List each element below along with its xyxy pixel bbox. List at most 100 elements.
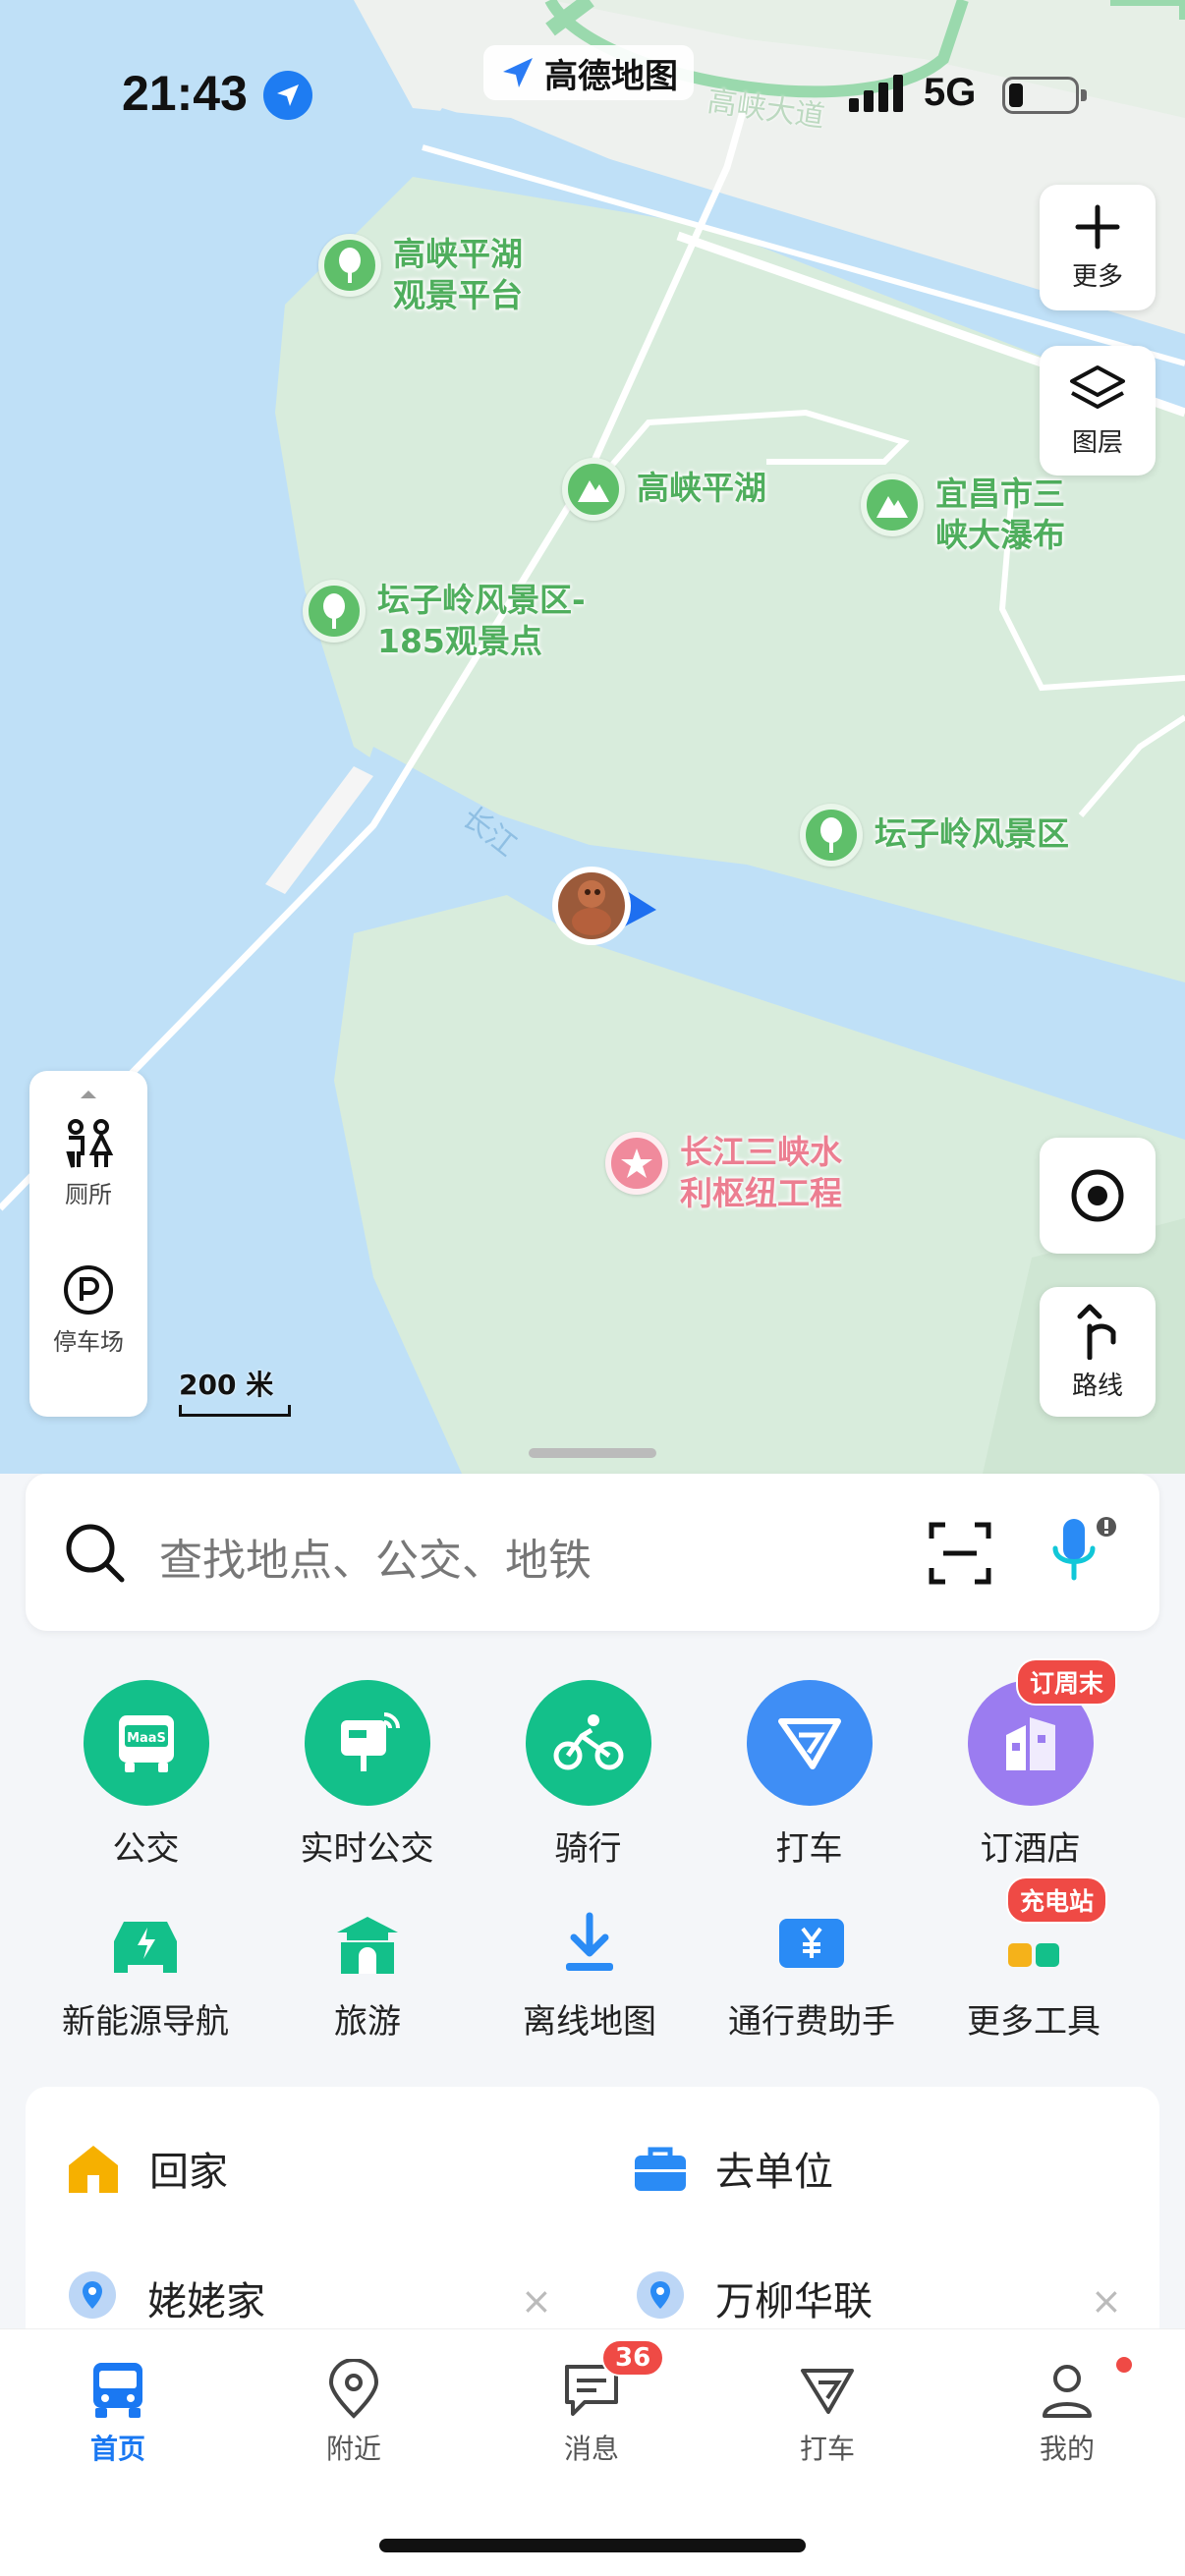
briefcase-icon: [635, 2147, 686, 2191]
layers-label: 图层: [1071, 427, 1123, 458]
map-view[interactable]: 高峡大道 长江 高峡平湖 观景平台 高峡平湖 宜昌市三 峡大瀑布 坛子岭风景区-…: [0, 0, 1185, 1474]
tab-messages[interactable]: 消息 36: [493, 2339, 690, 2467]
poi-label: 坛子岭风景区: [875, 814, 1069, 853]
cycling-label: 骑行: [554, 1829, 622, 1869]
bicycle-icon: [525, 1680, 651, 1806]
parking-button[interactable]: 停车场: [29, 1263, 147, 1357]
saved-place-item[interactable]: 万柳华联: [633, 2269, 873, 2326]
saved-place-label: 万柳华联: [715, 2279, 873, 2324]
offline-map-button[interactable]: 离线地图: [472, 1906, 707, 2043]
close-icon[interactable]: ×: [521, 2279, 552, 2323]
download-icon: [560, 1906, 619, 1981]
more-tools-label: 更多工具: [967, 2002, 1100, 2042]
more-label: 更多: [1071, 261, 1123, 292]
bus-label: 公交: [112, 1829, 180, 1869]
sheet-drag-handle[interactable]: [529, 1448, 656, 1458]
message-count-badge: 36: [601, 2339, 665, 2377]
scale-label: 200 米: [179, 1369, 274, 1401]
network-type: 5G: [924, 71, 977, 114]
travel-button[interactable]: 旅游: [250, 1906, 485, 2043]
app-return-badge[interactable]: 高德地图: [483, 45, 694, 100]
ev-navigation-label: 新能源导航: [62, 2002, 229, 2042]
tools-row: 新能源导航 旅游 离线地图 通行费助手 更多工具 充电站: [0, 1876, 1185, 2044]
app-badge-label: 高德地图: [544, 56, 678, 96]
offline-map-label: 离线地图: [523, 2002, 656, 2042]
go-home-label: 回家: [149, 2150, 228, 2195]
hotel-button[interactable]: 订酒店 订周末: [920, 1658, 1141, 1870]
svg-text:MaaS: MaaS: [127, 1731, 166, 1746]
home-icon: [69, 2146, 118, 2193]
plus-icon: [1075, 204, 1120, 249]
user-location-marker[interactable]: [550, 865, 658, 947]
poi-three-gorges-dam[interactable]: 长江三峡水 利枢纽工程: [605, 1132, 842, 1214]
star-icon: [605, 1132, 668, 1195]
close-icon[interactable]: ×: [1091, 2279, 1122, 2323]
facility-panel: 厕所 停车场: [29, 1071, 147, 1417]
weekend-badge: 订周末: [1016, 1658, 1118, 1706]
notification-dot: [1116, 2357, 1132, 2373]
poi-tanziling[interactable]: 坛子岭风景区: [800, 804, 1069, 867]
tab-me[interactable]: 我的: [969, 2357, 1165, 2467]
taxi-icon: [801, 2369, 854, 2414]
poi-gaoxia-viewing-platform[interactable]: 高峡平湖 观景平台: [318, 234, 523, 316]
charging-station-badge: 充电站: [1006, 1876, 1108, 1924]
poi-label: 高峡平湖: [637, 469, 766, 507]
poi-yichang-waterfall[interactable]: 宜昌市三 峡大瀑布: [861, 474, 1065, 556]
mountain-icon: [861, 474, 924, 536]
route-button[interactable]: 路线: [1040, 1287, 1156, 1417]
ev-navigation-button[interactable]: 新能源导航: [28, 1906, 263, 2043]
tab-home-label: 首页: [89, 2433, 145, 2465]
park-icon: [303, 580, 366, 643]
saved-place-item[interactable]: 姥姥家: [65, 2269, 265, 2326]
taxi-button[interactable]: 打车: [699, 1680, 920, 1870]
parking-icon: [64, 1265, 113, 1315]
tab-home[interactable]: 首页: [20, 2359, 216, 2467]
tab-taxi[interactable]: 打车: [729, 2359, 926, 2467]
cycling-button[interactable]: 骑行: [478, 1680, 699, 1870]
poi-gaoxia-pinghu[interactable]: 高峡平湖: [562, 458, 766, 521]
ev-car-icon: [108, 1906, 183, 1981]
map-background: [0, 0, 1185, 1474]
caret-up-icon[interactable]: [79, 1089, 98, 1100]
realtime-bus-label: 实时公交: [300, 1829, 434, 1869]
scan-icon[interactable]: [928, 1521, 992, 1586]
route-label: 路线: [1071, 1371, 1123, 1401]
locate-button[interactable]: [1040, 1138, 1156, 1254]
poi-label: 高峡平湖 观景平台: [393, 235, 523, 314]
realtime-bus-icon: [304, 1680, 430, 1806]
layers-button[interactable]: 图层: [1040, 346, 1156, 476]
tab-messages-label: 消息: [563, 2433, 619, 2465]
toilet-icon: [66, 1119, 114, 1168]
bus-button[interactable]: MaaS 公交: [35, 1680, 256, 1870]
toilet-label: 厕所: [65, 1181, 112, 1208]
quick-actions: MaaS 公交 实时公交 骑行 打车 订酒店 订周末: [0, 1658, 1185, 1876]
go-work-shortcut[interactable]: 去单位: [633, 2140, 833, 2197]
mountain-icon: [562, 458, 625, 521]
bus-maas-icon: MaaS: [83, 1680, 209, 1806]
more-button[interactable]: 更多: [1040, 185, 1156, 310]
parking-label: 停车场: [53, 1328, 124, 1356]
search-icon: [66, 1524, 125, 1583]
more-tools-button[interactable]: 更多工具 充电站: [916, 1876, 1152, 2043]
hotel-label: 订酒店: [980, 1829, 1081, 1869]
tab-taxi-label: 打车: [799, 2433, 855, 2465]
toll-assistant-button[interactable]: 通行费助手: [694, 1906, 930, 2043]
voice-mic-icon[interactable]: [1047, 1513, 1120, 1592]
location-arrow-icon: [263, 71, 312, 120]
park-icon: [318, 234, 381, 297]
search-bar[interactable]: 查找地点、公交、地铁: [26, 1474, 1159, 1631]
location-pin-icon: [637, 2271, 684, 2319]
status-time: 21:43: [122, 66, 248, 121]
realtime-bus-button[interactable]: 实时公交: [256, 1680, 478, 1870]
go-home-shortcut[interactable]: 回家: [65, 2140, 228, 2197]
home-indicator[interactable]: [379, 2539, 806, 2552]
tab-nearby[interactable]: 附近: [255, 2359, 452, 2467]
poi-tanziling-185[interactable]: 坛子岭风景区- 185观景点: [303, 580, 586, 662]
toilet-button[interactable]: 厕所: [29, 1118, 147, 1209]
locate-icon: [1071, 1169, 1124, 1222]
bus-icon: [93, 2363, 142, 2418]
saved-place-label: 姥姥家: [147, 2279, 265, 2324]
poi-label: 长江三峡水 利枢纽工程: [680, 1133, 842, 1212]
user-icon: [1043, 2365, 1092, 2418]
poi-label: 坛子岭风景区- 185观景点: [377, 581, 586, 660]
